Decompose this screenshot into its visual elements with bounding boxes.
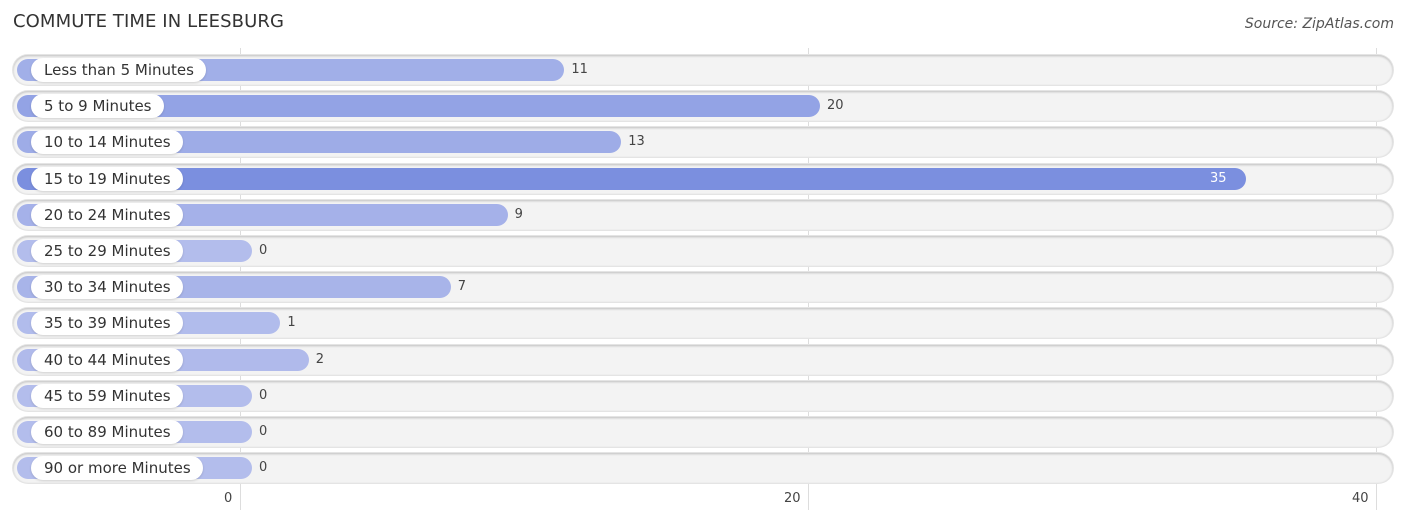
value-label: 1 <box>287 315 296 331</box>
x-tick-label: 0 <box>224 491 233 506</box>
value-label: 35 <box>1210 170 1227 186</box>
category-label: 45 to 59 Minutes <box>31 383 183 408</box>
value-label: 0 <box>259 243 268 258</box>
value-label: 2 <box>315 351 325 367</box>
category-label: 60 to 89 Minutes <box>31 420 183 444</box>
bar-row: 60 to 89 Minutes 0 <box>13 417 1393 447</box>
bar-row: 45 to 59 Minutes 0 <box>13 380 1393 411</box>
category-label: 20 to 24 Minutes <box>31 202 183 227</box>
x-tick-label: 20 <box>784 491 801 506</box>
category-label: 5 to 9 Minutes <box>31 94 164 119</box>
bar-row: 5 to 9 Minutes 20 <box>13 91 1393 122</box>
bar-row: 15 to 19 Minutes 35 <box>13 163 1393 194</box>
category-label: 35 to 39 Minutes <box>31 311 183 336</box>
category-label: 90 or more Minutes <box>31 456 203 481</box>
category-label: 25 to 29 Minutes <box>31 239 183 263</box>
source-label: Source: ZipAtlas.com <box>1244 16 1394 32</box>
value-label: 9 <box>514 206 523 222</box>
value-label: 11 <box>571 62 588 77</box>
bar-row: 10 to 14 Minutes 13 <box>13 127 1393 158</box>
value-label: 0 <box>259 424 268 439</box>
bar-row: 35 to 39 Minutes 1 <box>13 308 1393 339</box>
value-label: 20 <box>827 98 844 114</box>
bar-row: 20 to 24 Minutes 9 <box>13 199 1393 230</box>
value-label: 7 <box>457 279 467 295</box>
value-label: 13 <box>628 134 645 150</box>
bar-row: Less than 5 Minutes 11 <box>13 55 1393 85</box>
category-label: 40 to 44 Minutes <box>31 347 183 372</box>
category-label: 10 to 14 Minutes <box>31 130 183 155</box>
category-label: Less than 5 Minutes <box>31 58 206 82</box>
bar[interactable] <box>17 167 1246 190</box>
bar-row: 30 to 34 Minutes 7 <box>13 272 1393 303</box>
category-label: 15 to 19 Minutes <box>31 166 183 191</box>
value-label: 0 <box>259 387 268 403</box>
category-label: 30 to 34 Minutes <box>31 275 183 300</box>
x-tick-label: 40 <box>1352 491 1369 506</box>
chart-title: COMMUTE TIME IN LEESBURG <box>13 11 285 32</box>
bar-row: 40 to 44 Minutes 2 <box>13 344 1393 375</box>
bar-row: 25 to 29 Minutes 0 <box>13 236 1393 266</box>
bar-row: 90 or more Minutes 0 <box>13 453 1393 484</box>
value-label: 0 <box>259 460 268 476</box>
